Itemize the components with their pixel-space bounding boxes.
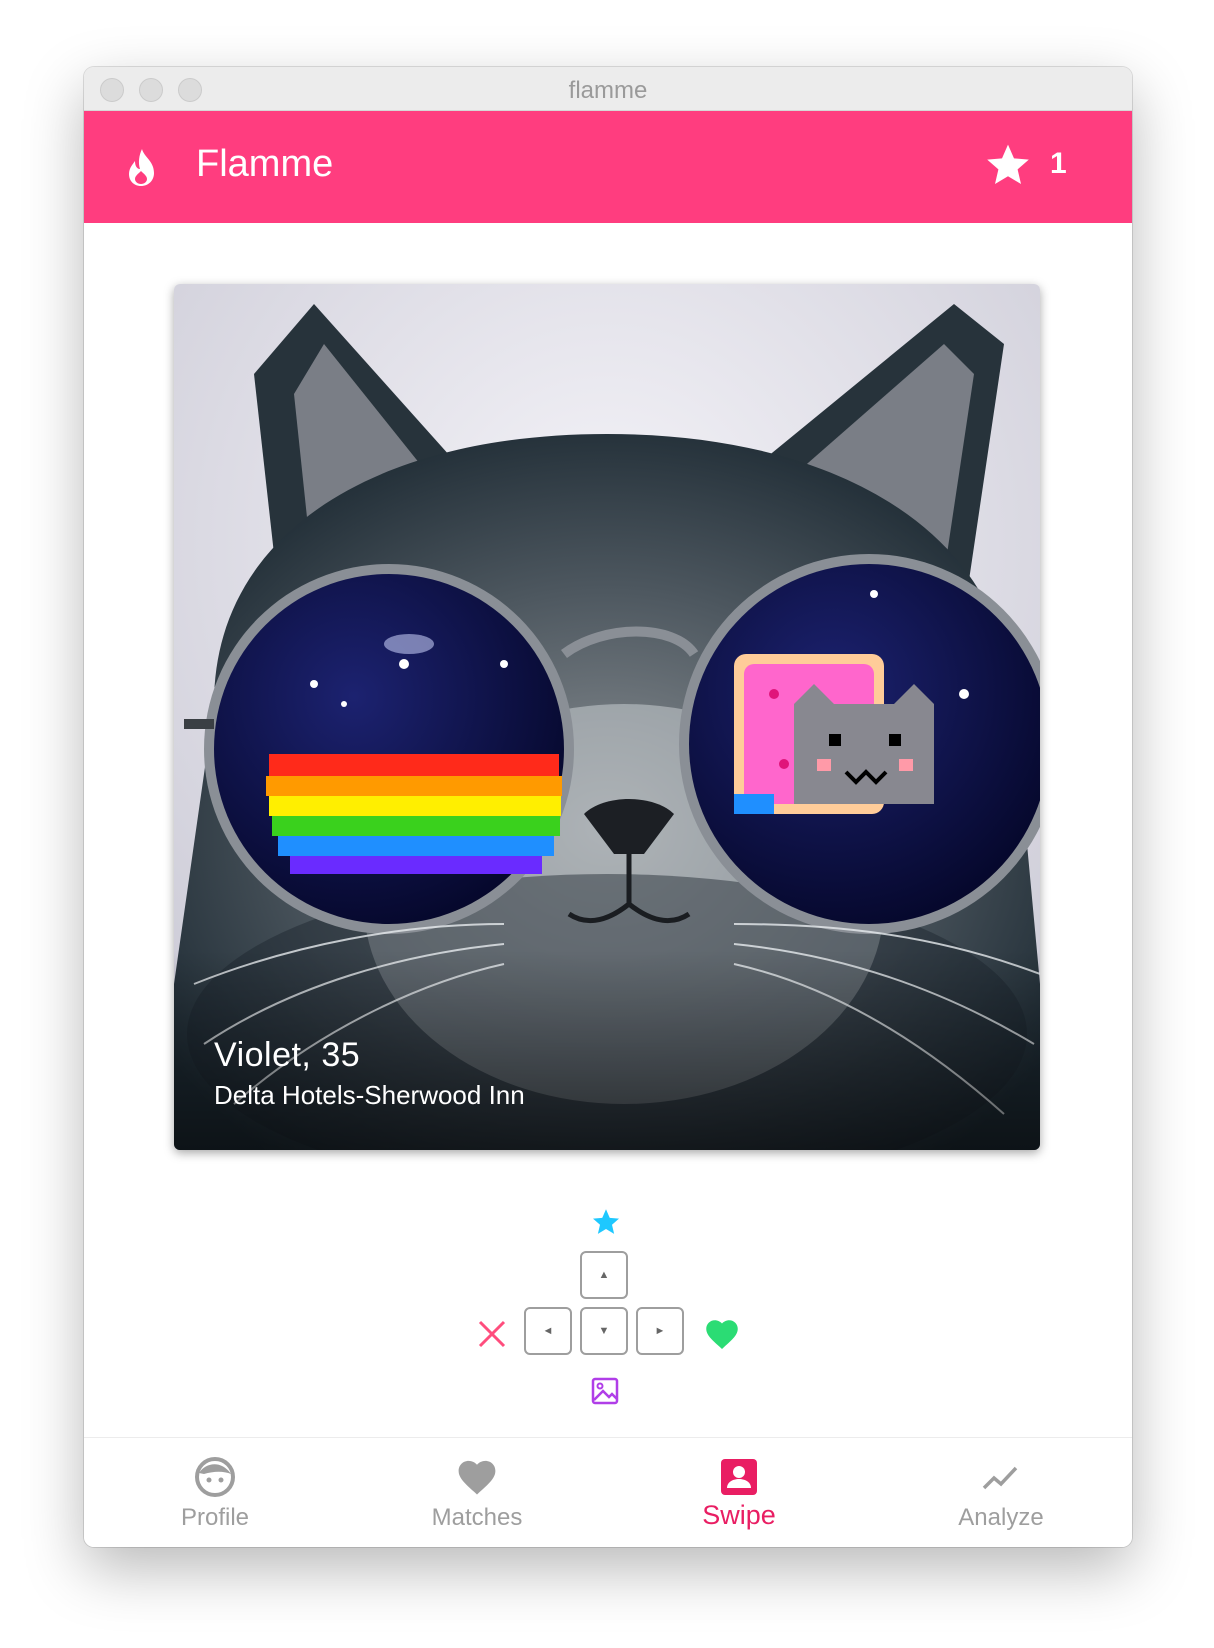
face-icon xyxy=(195,1457,235,1497)
dislike-close-icon[interactable] xyxy=(476,1318,508,1350)
nav-profile[interactable]: Profile xyxy=(84,1438,346,1547)
nav-label-profile: Profile xyxy=(180,1504,250,1531)
like-heart-icon[interactable] xyxy=(704,1317,740,1351)
flame-icon xyxy=(129,149,154,186)
nav-matches[interactable]: Matches xyxy=(346,1438,608,1547)
bottom-navigation: Profile Matches Swipe Analyze xyxy=(84,1437,1132,1547)
star-icon[interactable] xyxy=(984,141,1032,189)
image-icon[interactable] xyxy=(589,1375,621,1407)
trending-icon xyxy=(982,1466,1018,1490)
person-badge-icon xyxy=(721,1459,757,1495)
nav-label-analyze: Analyze xyxy=(958,1504,1044,1531)
heart-icon xyxy=(458,1460,496,1495)
arrow-up-key[interactable]: ▲ xyxy=(580,1251,628,1299)
superlike-star-icon[interactable] xyxy=(591,1207,621,1237)
profile-name-age: Violet, 35 xyxy=(214,1036,361,1074)
arrow-right-key[interactable]: ► xyxy=(636,1307,684,1355)
nav-label-matches: Matches xyxy=(431,1504,523,1531)
profile-card[interactable]: Violet, 35 Delta Hotels-Sherwood Inn xyxy=(174,284,1040,1150)
nav-label-swipe: Swipe xyxy=(702,1500,776,1530)
title-bar: flamme xyxy=(84,67,1132,111)
arrow-left-key[interactable]: ◄ xyxy=(524,1307,572,1355)
nav-analyze[interactable]: Analyze xyxy=(870,1438,1132,1547)
window-title: flamme xyxy=(568,77,648,104)
profile-location: Delta Hotels-Sherwood Inn xyxy=(214,1080,525,1110)
app-title: Flamme xyxy=(196,143,334,185)
app-bar: Flamme 1 xyxy=(84,111,1132,223)
app-window: flamme Flamme 1 Violet, 35 Delta Hotels-… xyxy=(84,67,1132,1547)
star-count: 1 xyxy=(1050,147,1067,180)
arrow-down-key[interactable]: ▼ xyxy=(580,1307,628,1355)
nav-swipe[interactable]: Swipe xyxy=(608,1438,870,1547)
